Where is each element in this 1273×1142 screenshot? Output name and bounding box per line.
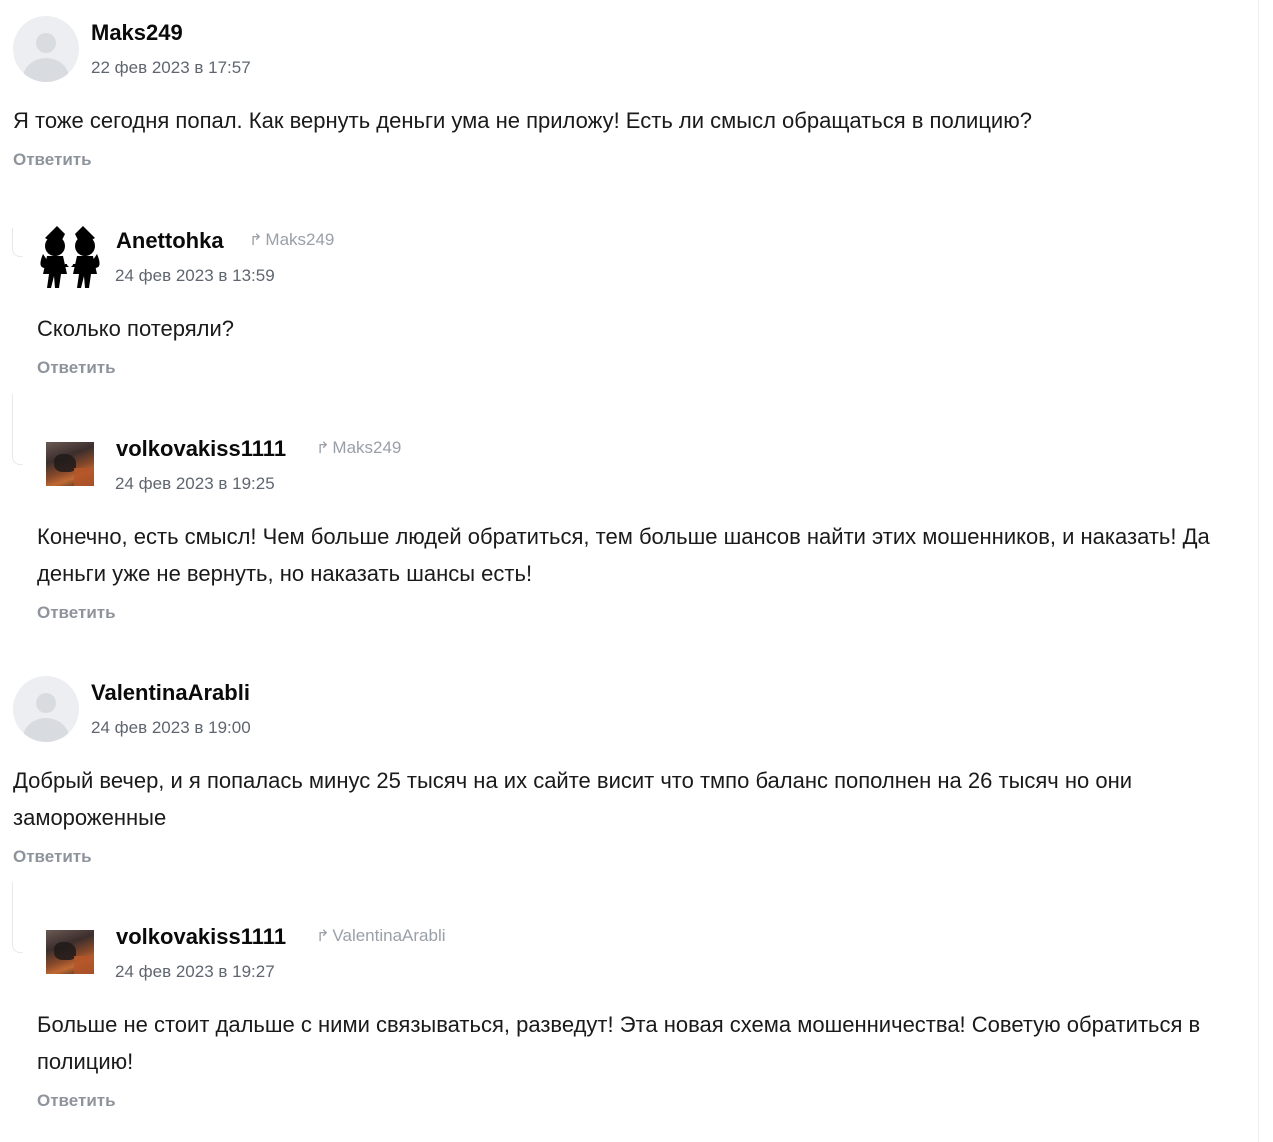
comment-header: Maks249 22 фев 2023 в 17:57	[13, 16, 1243, 82]
reply-button[interactable]: Ответить	[13, 150, 1243, 170]
photo-avatar[interactable]	[46, 442, 94, 486]
comment-header: volkovakiss1111 ↱ Maks249 24 фев 2023 в 1…	[13, 432, 1243, 498]
reply-button[interactable]: Ответить	[13, 847, 1243, 867]
reply-to-author: ValentinaArabli	[332, 926, 446, 945]
reply-comment: Anettohka ↱ Maks249 24 фев 2023 в 13:59 С…	[13, 224, 1243, 378]
comment-text: Конечно, есть смысл! Чем больше людей об…	[37, 524, 1210, 586]
reply-arrow-icon: ↱	[249, 232, 263, 249]
author-name[interactable]: Anettohka	[116, 228, 224, 254]
default-avatar-icon[interactable]	[13, 676, 79, 742]
reply-to-label[interactable]: ↱ ValentinaArabli	[316, 926, 446, 946]
reply-to-label[interactable]: ↱ Maks249	[316, 438, 401, 458]
comment-header: ValentinaArabli 24 фев 2023 в 19:00	[13, 676, 1243, 742]
reply-button[interactable]: Ответить	[13, 358, 1243, 378]
reply-comment: volkovakiss1111 ↱ Maks249 24 фев 2023 в 1…	[13, 432, 1243, 623]
reply-to-author: Maks249	[332, 438, 402, 457]
reply-comment: volkovakiss1111 ↱ ValentinaArabli 24 фев …	[13, 920, 1243, 1111]
comment-date: 24 фев 2023 в 13:59	[115, 266, 275, 285]
silhouette-couple-avatar[interactable]	[37, 224, 103, 290]
photo-avatar[interactable]	[46, 930, 94, 974]
reply-arrow-icon: ↱	[316, 928, 330, 945]
author-name[interactable]: ValentinaArabli	[91, 680, 250, 706]
comment-date: 24 фев 2023 в 19:25	[115, 474, 275, 493]
default-avatar-icon[interactable]	[13, 16, 79, 82]
reply-button[interactable]: Ответить	[13, 603, 1243, 623]
reply-button[interactable]: Ответить	[13, 1091, 1243, 1111]
scrollbar-track[interactable]	[1258, 0, 1259, 1142]
comment-text: Добрый вечер, и я попалась минус 25 тыся…	[13, 768, 1133, 830]
reply-to-author: Maks249	[265, 230, 335, 249]
comment-date: 24 фев 2023 в 19:27	[115, 962, 275, 981]
comment-text: Сколько потеряли?	[37, 316, 235, 341]
comment-date: 24 фев 2023 в 19:00	[91, 718, 251, 737]
comment-header: volkovakiss1111 ↱ ValentinaArabli 24 фев …	[13, 920, 1243, 986]
author-name[interactable]: volkovakiss1111	[116, 436, 286, 462]
reply-to-label[interactable]: ↱ Maks249	[249, 230, 334, 250]
comment-text: Больше не стоит дальше с ними связыватьс…	[37, 1012, 1201, 1074]
comment: ValentinaArabli 24 фев 2023 в 19:00 Добр…	[13, 676, 1243, 867]
comment: Maks249 22 фев 2023 в 17:57 Я тоже сегод…	[13, 16, 1243, 170]
author-name[interactable]: Maks249	[91, 20, 183, 46]
reply-arrow-icon: ↱	[316, 440, 330, 457]
comment-text: Я тоже сегодня попал. Как вернуть деньги…	[13, 108, 1032, 133]
comments-page: Maks249 22 фев 2023 в 17:57 Я тоже сегод…	[0, 0, 1273, 1142]
author-name[interactable]: volkovakiss1111	[116, 924, 286, 950]
comment-header: Anettohka ↱ Maks249 24 фев 2023 в 13:59	[13, 224, 1243, 290]
comment-date: 22 фев 2023 в 17:57	[91, 58, 251, 77]
